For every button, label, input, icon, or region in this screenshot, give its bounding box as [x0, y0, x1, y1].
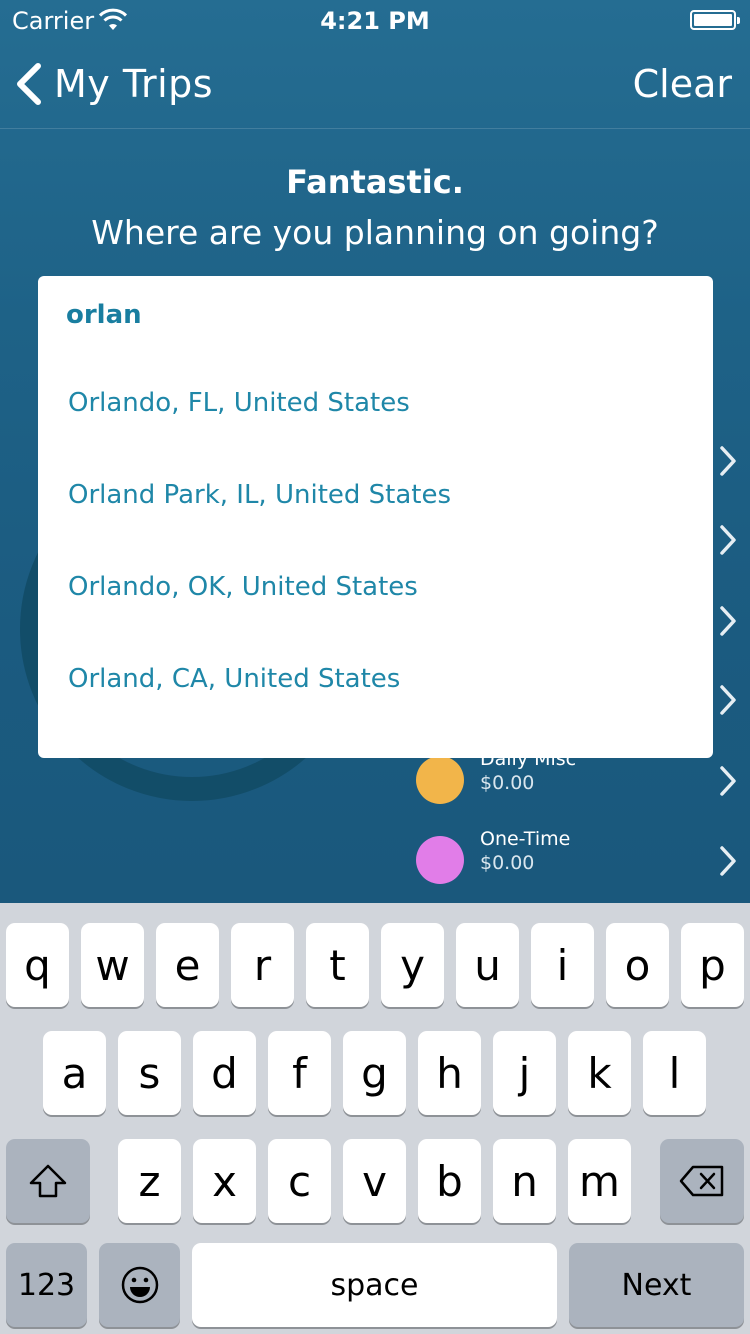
- key-a[interactable]: a: [43, 1031, 106, 1115]
- key-y[interactable]: y: [381, 923, 444, 1007]
- search-result[interactable]: Orlando, OK, United States: [68, 572, 418, 602]
- key-f[interactable]: f: [268, 1031, 331, 1115]
- emoji-icon: [121, 1266, 158, 1304]
- shift-key[interactable]: [6, 1139, 90, 1223]
- keyboard: q w e r t y u i o p a s d f g h j k l z …: [0, 903, 750, 1334]
- key-t[interactable]: t: [306, 923, 369, 1007]
- delete-key[interactable]: [660, 1139, 744, 1223]
- numbers-key[interactable]: 123: [6, 1243, 87, 1327]
- key-m[interactable]: m: [568, 1139, 631, 1223]
- chevron-right-icon[interactable]: [718, 844, 738, 878]
- key-n[interactable]: n: [493, 1139, 556, 1223]
- emoji-key[interactable]: [99, 1243, 180, 1327]
- search-result[interactable]: Orland Park, IL, United States: [68, 480, 451, 510]
- category-color-dot: [416, 756, 464, 804]
- destination-search-input[interactable]: orlan: [66, 300, 142, 330]
- category-name: One-Time: [480, 828, 571, 850]
- category-amount: $0.00: [480, 852, 535, 874]
- prompt-subtitle: Where are you planning on going?: [91, 213, 659, 252]
- back-button-label: My Trips: [54, 62, 214, 106]
- chevron-right-icon[interactable]: [718, 683, 738, 717]
- key-x[interactable]: x: [193, 1139, 256, 1223]
- key-i[interactable]: i: [531, 923, 594, 1007]
- shift-icon: [29, 1164, 67, 1198]
- key-d[interactable]: d: [193, 1031, 256, 1115]
- chevron-right-icon[interactable]: [718, 764, 738, 798]
- key-h[interactable]: h: [418, 1031, 481, 1115]
- key-u[interactable]: u: [456, 923, 519, 1007]
- key-b[interactable]: b: [418, 1139, 481, 1223]
- prompt-title: Fantastic.: [286, 163, 464, 201]
- back-button[interactable]: My Trips: [14, 60, 213, 108]
- next-key[interactable]: Next: [569, 1243, 744, 1327]
- category-amount: $0.00: [480, 772, 535, 794]
- status-bar: Carrier 4:21 PM: [0, 0, 750, 40]
- backspace-icon: [679, 1165, 724, 1197]
- chevron-right-icon[interactable]: [718, 523, 738, 557]
- key-r[interactable]: r: [231, 923, 294, 1007]
- search-result[interactable]: Orlando, FL, United States: [68, 388, 410, 418]
- key-s[interactable]: s: [118, 1031, 181, 1115]
- key-j[interactable]: j: [493, 1031, 556, 1115]
- key-l[interactable]: l: [643, 1031, 706, 1115]
- chevron-right-icon[interactable]: [718, 444, 738, 478]
- key-k[interactable]: k: [568, 1031, 631, 1115]
- space-key[interactable]: space: [192, 1243, 557, 1327]
- search-result[interactable]: Orland, CA, United States: [68, 664, 400, 694]
- key-p[interactable]: p: [681, 923, 744, 1007]
- chevron-right-icon[interactable]: [718, 604, 738, 638]
- key-w[interactable]: w: [81, 923, 144, 1007]
- key-e[interactable]: e: [156, 923, 219, 1007]
- category-color-dot: [416, 836, 464, 884]
- key-g[interactable]: g: [343, 1031, 406, 1115]
- battery-icon: [690, 10, 740, 30]
- key-o[interactable]: o: [606, 923, 669, 1007]
- clear-button[interactable]: Clear: [633, 62, 732, 106]
- destination-search-panel: orlan Orlando, FL, United States Orland …: [38, 276, 713, 758]
- chevron-left-icon: [17, 63, 41, 105]
- clock: 4:21 PM: [320, 7, 430, 35]
- key-z[interactable]: z: [118, 1139, 181, 1223]
- navigation-bar: My Trips Clear: [0, 40, 750, 129]
- key-v[interactable]: v: [343, 1139, 406, 1223]
- key-c[interactable]: c: [268, 1139, 331, 1223]
- key-q[interactable]: q: [6, 923, 69, 1007]
